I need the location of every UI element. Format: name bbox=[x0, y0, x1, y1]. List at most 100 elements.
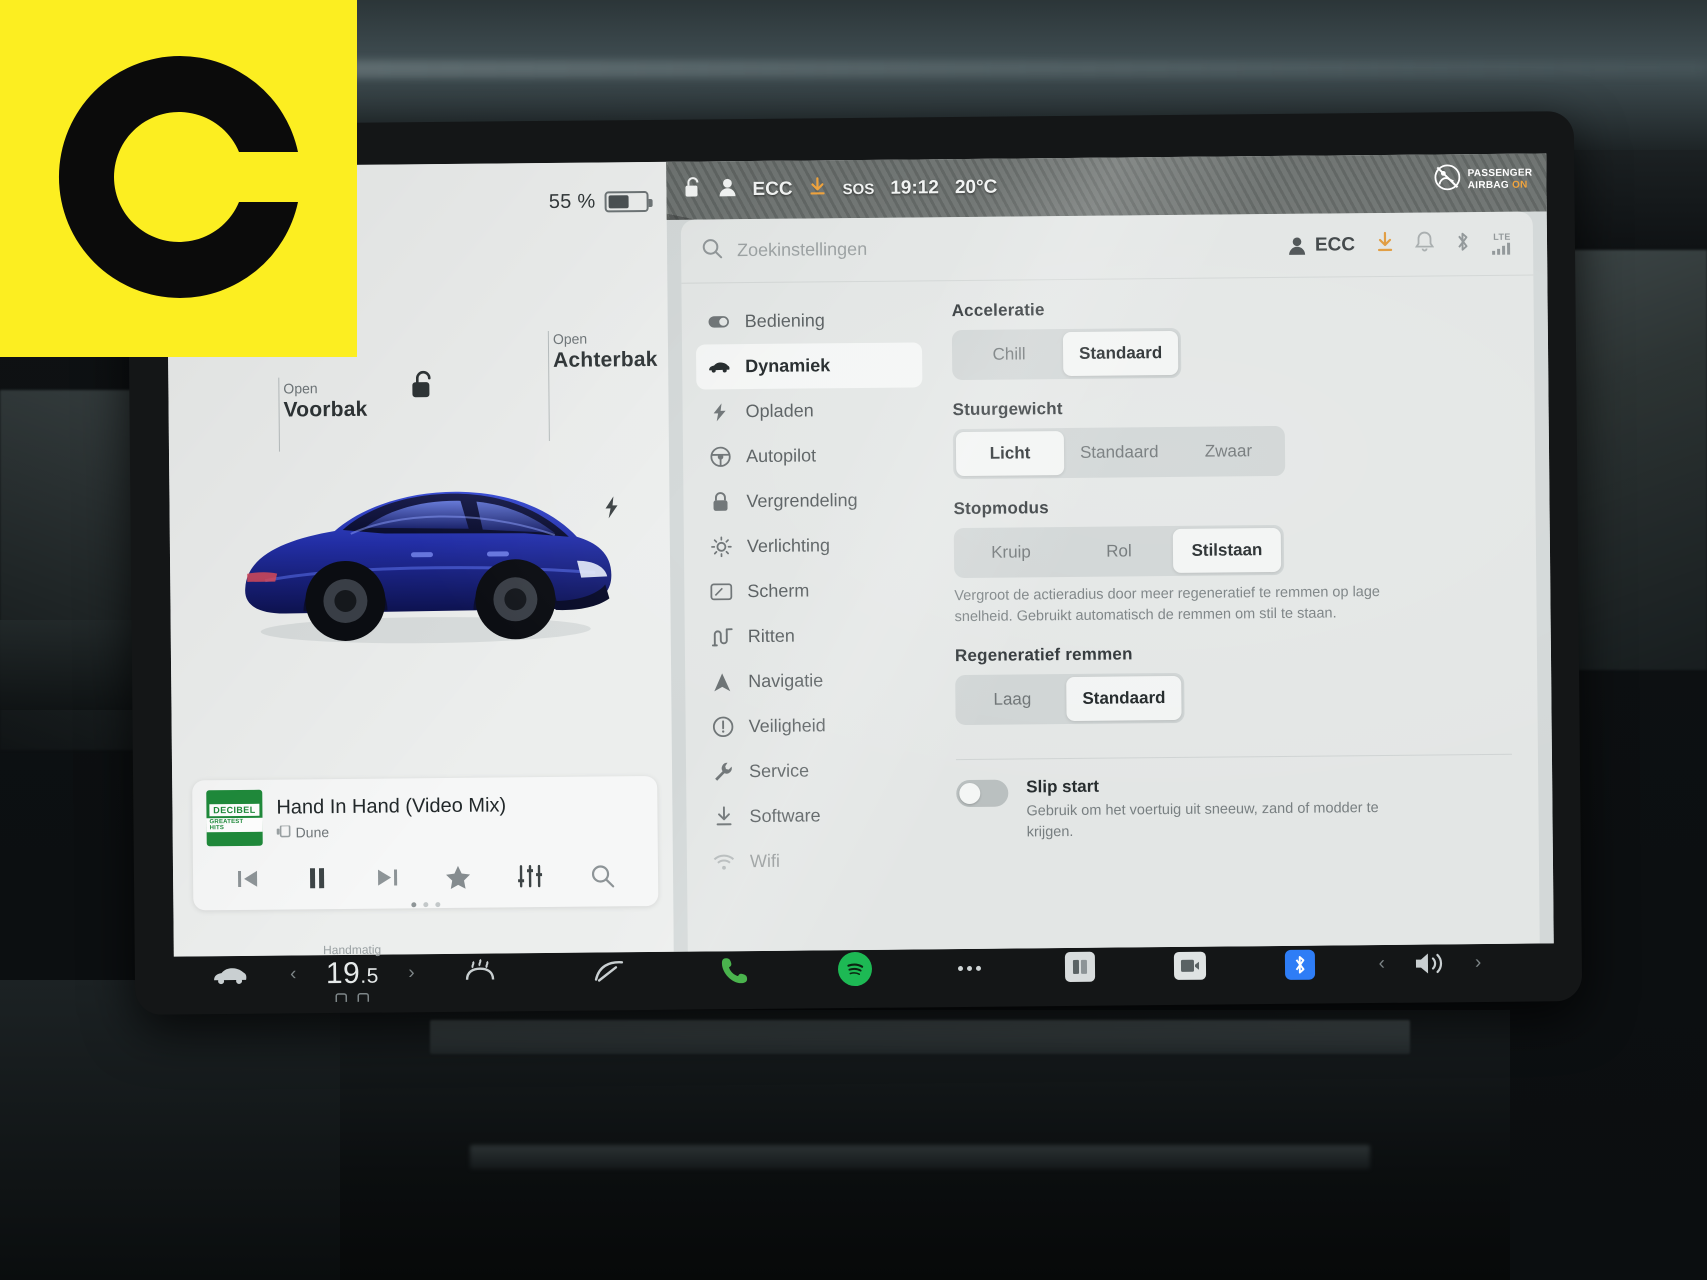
wifi-icon bbox=[713, 854, 735, 870]
sidebar-item-service[interactable]: Service bbox=[700, 747, 926, 794]
trunk-callout-line bbox=[547, 330, 550, 441]
account-chip[interactable]: ECC bbox=[1288, 234, 1355, 257]
acceleratie-option-standaard[interactable]: Standaard bbox=[1062, 330, 1179, 377]
slip-start-row: Slip start Gebruik om het voertuig uit s… bbox=[956, 773, 1513, 844]
sidebar-item-verlichting[interactable]: Verlichting bbox=[698, 522, 924, 569]
light-icon bbox=[710, 536, 732, 558]
favorite-button[interactable] bbox=[445, 864, 471, 889]
download-icon bbox=[712, 806, 734, 827]
acceleratie-option-chill[interactable]: Chill bbox=[955, 332, 1063, 377]
sidebar-label: Verlichting bbox=[746, 535, 831, 557]
stuurgewicht-option-zwaar[interactable]: Zwaar bbox=[1174, 429, 1282, 474]
frunk-callout-small: Open bbox=[283, 380, 318, 397]
slip-start-description: Gebruik om het voertuig uit sneeuw, zand… bbox=[1026, 800, 1379, 841]
sidebar-item-ritten[interactable]: Ritten bbox=[699, 612, 925, 659]
sidebar-item-vergrendeling[interactable]: Vergrendeling bbox=[697, 477, 923, 524]
sos-label[interactable]: SOS bbox=[843, 180, 875, 197]
vehicle-status-bar: ECC SOS 19:12 20°C bbox=[666, 153, 1547, 219]
stopmodus-option-kruip[interactable]: Kruip bbox=[957, 530, 1065, 575]
sidebar-label: Software bbox=[749, 805, 821, 827]
driver-temperature: 19.5 bbox=[326, 957, 379, 990]
sidebar-label: Vergrendeling bbox=[746, 490, 858, 512]
passenger-airbag-indicator: PASSENGER AIRBAG ON bbox=[1434, 164, 1533, 196]
unlock-status-icon[interactable] bbox=[684, 176, 702, 204]
sidebar-item-software[interactable]: Software bbox=[700, 792, 926, 839]
sidebar-label: Wifi bbox=[749, 850, 781, 872]
slip-start-toggle[interactable] bbox=[956, 779, 1009, 808]
airbag-line1: PASSENGER bbox=[1467, 167, 1533, 180]
media-search-button[interactable] bbox=[590, 863, 615, 888]
phone-icon[interactable] bbox=[675, 955, 795, 986]
section-title-acceleratie: Acceleratie bbox=[951, 300, 1045, 321]
bluetooth-icon[interactable] bbox=[1454, 230, 1471, 258]
video-icon[interactable] bbox=[1135, 951, 1245, 980]
cards-icon[interactable] bbox=[1025, 951, 1135, 983]
navigation-arrow-icon bbox=[711, 672, 733, 692]
more-apps-icon[interactable] bbox=[915, 965, 1025, 971]
previous-track-button[interactable] bbox=[236, 868, 260, 890]
wiper-icon[interactable] bbox=[545, 958, 675, 985]
driver-climate-control[interactable]: Handmatig 19.5 bbox=[296, 943, 409, 1004]
settings-search-bar: Zoekinstellingen ECC LTE bbox=[680, 211, 1534, 284]
frunk-callout[interactable]: Open Voorbak bbox=[283, 380, 367, 422]
airbag-state: ON bbox=[1512, 179, 1528, 191]
sidebar-item-dynamiek[interactable]: Dynamiek bbox=[695, 342, 923, 390]
bell-icon[interactable] bbox=[1414, 230, 1435, 257]
sidebar-item-scherm[interactable]: Scherm bbox=[698, 567, 924, 614]
section-title-regeneratief-remmen: Regeneratief remmen bbox=[954, 644, 1133, 666]
defrost-icon[interactable] bbox=[415, 957, 545, 988]
console-trim-strip-lower bbox=[470, 1145, 1370, 1169]
driver-profile-icon[interactable] bbox=[718, 177, 736, 203]
sidebar-item-bediening[interactable]: Bediening bbox=[696, 297, 922, 344]
search-input[interactable]: Zoekinstellingen bbox=[737, 235, 1274, 261]
media-now-playing: DECIBEL GREATEST HITS Hand In Hand (Vide… bbox=[192, 776, 658, 852]
sidebar-item-navigatie[interactable]: Navigatie bbox=[699, 657, 925, 704]
battery-icon bbox=[604, 191, 649, 213]
sidebar-label: Autopilot bbox=[745, 445, 817, 467]
car-icon bbox=[708, 360, 730, 373]
regen-option-laag[interactable]: Laag bbox=[958, 677, 1066, 722]
sidebar-label: Ritten bbox=[747, 625, 795, 647]
pause-button[interactable] bbox=[306, 866, 328, 890]
equalizer-button[interactable] bbox=[517, 864, 543, 888]
download-icon[interactable] bbox=[1375, 231, 1395, 258]
stopmodus-option-rol[interactable]: Rol bbox=[1065, 529, 1173, 574]
lower-left-panel bbox=[0, 980, 340, 1280]
sidebar-label: Scherm bbox=[747, 580, 810, 602]
vehicle-visualization: Open Voorbak Open Achterbak bbox=[168, 312, 672, 747]
unlocked-padlock-icon[interactable] bbox=[411, 369, 437, 404]
search-icon bbox=[701, 237, 723, 264]
download-status-icon[interactable] bbox=[808, 176, 826, 202]
wrench-icon bbox=[712, 761, 734, 782]
next-track-button[interactable] bbox=[375, 866, 399, 888]
settings-area: ECC SOS 19:12 20°C PASSENGER AIRBAG ON Z… bbox=[666, 153, 1554, 952]
album-art: DECIBEL GREATEST HITS bbox=[206, 789, 263, 847]
spotify-icon[interactable] bbox=[794, 951, 914, 987]
sidebar-item-autopilot[interactable]: Autopilot bbox=[697, 432, 923, 479]
stuurgewicht-option-standaard[interactable]: Standaard bbox=[1064, 430, 1175, 475]
steering-wheel-icon bbox=[709, 446, 731, 467]
sidebar-item-wifi[interactable]: Wifi bbox=[701, 837, 927, 884]
volume-icon[interactable] bbox=[1385, 950, 1475, 977]
stopmodus-option-stilstaan[interactable]: Stilstaan bbox=[1172, 527, 1282, 573]
sidebar-label: Bediening bbox=[744, 310, 825, 332]
ec-logo-badge bbox=[0, 0, 357, 357]
media-player-card[interactable]: DECIBEL GREATEST HITS Hand In Hand (Vide… bbox=[192, 775, 659, 911]
account-name: ECC bbox=[1314, 233, 1356, 256]
regen-option-standaard[interactable]: Standaard bbox=[1066, 675, 1182, 722]
sidebar-item-opladen[interactable]: Opladen bbox=[696, 387, 922, 434]
trunk-callout[interactable]: Open Achterbak bbox=[553, 330, 658, 373]
cellular-signal-icon: LTE bbox=[1491, 232, 1513, 255]
volume-increase-button[interactable]: › bbox=[1475, 952, 1482, 974]
stuurgewicht-option-licht[interactable]: Licht bbox=[955, 431, 1065, 477]
profile-name[interactable]: ECC bbox=[752, 179, 792, 201]
frunk-callout-label: Voorbak bbox=[283, 397, 368, 422]
sidebar-label: Veiligheid bbox=[748, 715, 826, 737]
bluetooth-icon[interactable] bbox=[1244, 949, 1354, 980]
car-status-icon[interactable] bbox=[170, 964, 290, 985]
stopmodus-helper-text: Vergroot de actieradius door meer regene… bbox=[954, 584, 1381, 626]
track-title: Hand In Hand (Video Mix) bbox=[276, 793, 507, 819]
temp-decimal: .5 bbox=[360, 964, 379, 988]
sidebar-item-veiligheid[interactable]: Veiligheid bbox=[699, 702, 925, 749]
console-trim-strip bbox=[430, 1020, 1410, 1054]
